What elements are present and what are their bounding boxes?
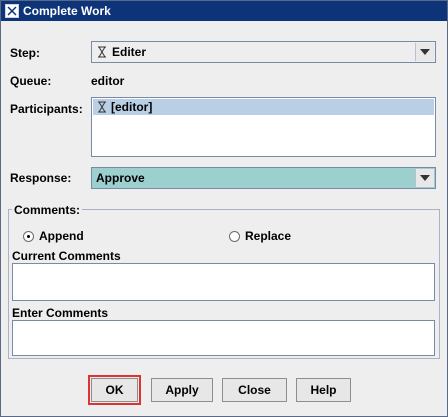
window-title: Complete Work <box>23 4 111 18</box>
radio-unselected-icon <box>229 230 240 242</box>
hourglass-icon <box>96 101 108 113</box>
title-bar: Complete Work <box>1 1 447 21</box>
append-label: Append <box>39 229 84 243</box>
participant-item[interactable]: [editor] <box>93 99 434 115</box>
append-radio[interactable]: Append <box>23 229 84 243</box>
current-comments-box[interactable] <box>12 263 435 301</box>
step-selected: Editer <box>96 45 146 59</box>
apply-button[interactable]: Apply <box>151 378 213 402</box>
comments-group-title: Comments: <box>12 203 83 217</box>
enter-comments-input[interactable] <box>12 320 435 356</box>
enter-comments-label: Enter Comments <box>12 306 109 320</box>
radio-selected-icon <box>23 230 34 242</box>
participants-list[interactable]: [editor] <box>91 97 436 157</box>
response-value: Approve <box>96 171 145 185</box>
queue-value: editor <box>91 74 125 88</box>
step-label: Step: <box>10 46 40 60</box>
replace-label: Replace <box>245 229 292 243</box>
help-button[interactable]: Help <box>296 378 351 402</box>
current-comments-label: Current Comments <box>12 249 121 263</box>
participant-name: [editor] <box>111 100 153 114</box>
close-button[interactable]: Close <box>222 378 287 402</box>
ok-button[interactable]: OK <box>91 378 138 402</box>
step-dropdown[interactable]: Editer <box>91 41 436 63</box>
hourglass-icon <box>96 46 108 58</box>
response-label: Response: <box>10 171 72 185</box>
participants-label: Participants: <box>10 102 83 116</box>
response-dropdown[interactable]: Approve <box>91 167 436 189</box>
complete-work-dialog: Complete Work Step: Editer Queue: editor… <box>0 0 448 417</box>
chevron-down-icon[interactable] <box>415 43 434 61</box>
queue-label: Queue: <box>10 74 52 88</box>
replace-radio[interactable]: Replace <box>229 229 291 243</box>
step-value: Editer <box>112 45 147 59</box>
chevron-down-icon[interactable] <box>415 169 434 187</box>
app-icon <box>5 4 19 18</box>
